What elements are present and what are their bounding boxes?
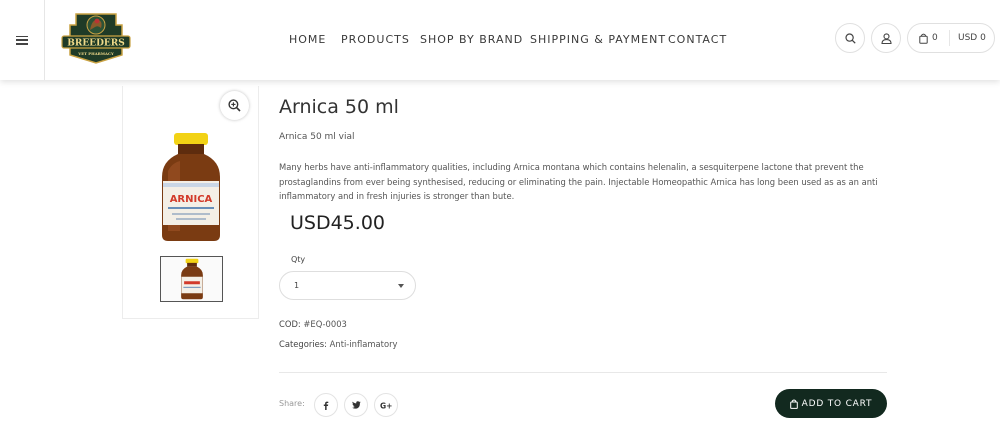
- nav-home[interactable]: HOME: [289, 33, 326, 46]
- nav-shop-by-brand[interactable]: SHOP BY BRAND: [420, 33, 523, 46]
- search-button[interactable]: [835, 23, 865, 53]
- categories-label: Categories: [279, 339, 325, 349]
- cod-label: COD:: [279, 319, 301, 329]
- product-categories: Categories: Anti-inflamatory: [279, 339, 398, 349]
- menu-button[interactable]: [0, 0, 45, 80]
- share-google-plus-button[interactable]: G+: [374, 393, 398, 417]
- share-label: Share:: [279, 399, 305, 408]
- shopping-bag-icon: [789, 399, 798, 409]
- facebook-icon: [323, 401, 329, 410]
- logo-tagline-text: VET PHARMACY: [77, 51, 114, 56]
- product-title: Arnica 50 ml: [279, 96, 399, 118]
- hamburger-icon: [16, 35, 28, 45]
- zoom-in-icon: [228, 99, 241, 112]
- user-icon: [880, 32, 892, 44]
- cart-count: 0: [932, 33, 938, 43]
- twitter-icon: [351, 401, 361, 409]
- add-to-cart-label: ADD TO CART: [801, 398, 873, 409]
- qty-select[interactable]: 1: [279, 271, 416, 300]
- product-gallery: ARNICA: [122, 86, 259, 319]
- search-icon: [844, 32, 856, 44]
- zoom-button[interactable]: [220, 91, 249, 120]
- product-cod: COD: #EQ-0003: [279, 319, 347, 329]
- share-twitter-button[interactable]: [344, 393, 368, 417]
- cod-value: #EQ-0003: [303, 319, 347, 329]
- bottle-label-text: ARNICA: [170, 194, 213, 205]
- shopping-bag-icon: [919, 33, 928, 44]
- logo-brand-text: BREEDERS: [67, 39, 124, 49]
- divider: [279, 372, 887, 373]
- google-plus-icon: G+: [380, 401, 392, 410]
- product-price: USD45.00: [290, 212, 385, 234]
- svg-text:G+: G+: [380, 401, 392, 410]
- site-header: BREEDERS VET PHARMACY HOME PRODUCTS SHOP…: [0, 0, 1000, 80]
- nav-products[interactable]: PRODUCTS: [341, 33, 410, 46]
- category-link[interactable]: Anti-inflamatory: [330, 339, 398, 349]
- qty-value: 1: [294, 281, 300, 290]
- account-button[interactable]: [871, 23, 901, 53]
- product-description: Many herbs have anti-inflammatory qualit…: [279, 162, 878, 201]
- thumbnail-bottle-image: [180, 258, 203, 300]
- cart-total: USD 0: [958, 33, 986, 43]
- add-to-cart-button[interactable]: ADD TO CART: [775, 389, 887, 418]
- product-main-image[interactable]: ARNICA: [158, 131, 224, 243]
- nav-contact[interactable]: CONTACT: [668, 33, 727, 46]
- breeders-logo[interactable]: BREEDERS VET PHARMACY: [60, 11, 132, 65]
- caret-down-icon: [398, 284, 404, 288]
- share-facebook-button[interactable]: [314, 393, 338, 417]
- cart-count-group: 0: [908, 30, 950, 46]
- qty-label: Qty: [291, 255, 306, 264]
- product-subtitle: Arnica 50 ml vial: [279, 132, 355, 142]
- nav-shipping-payment[interactable]: SHIPPING & PAYMENT: [530, 33, 666, 46]
- product-thumbnail[interactable]: [160, 256, 223, 302]
- cart-button[interactable]: 0 USD 0: [907, 23, 995, 53]
